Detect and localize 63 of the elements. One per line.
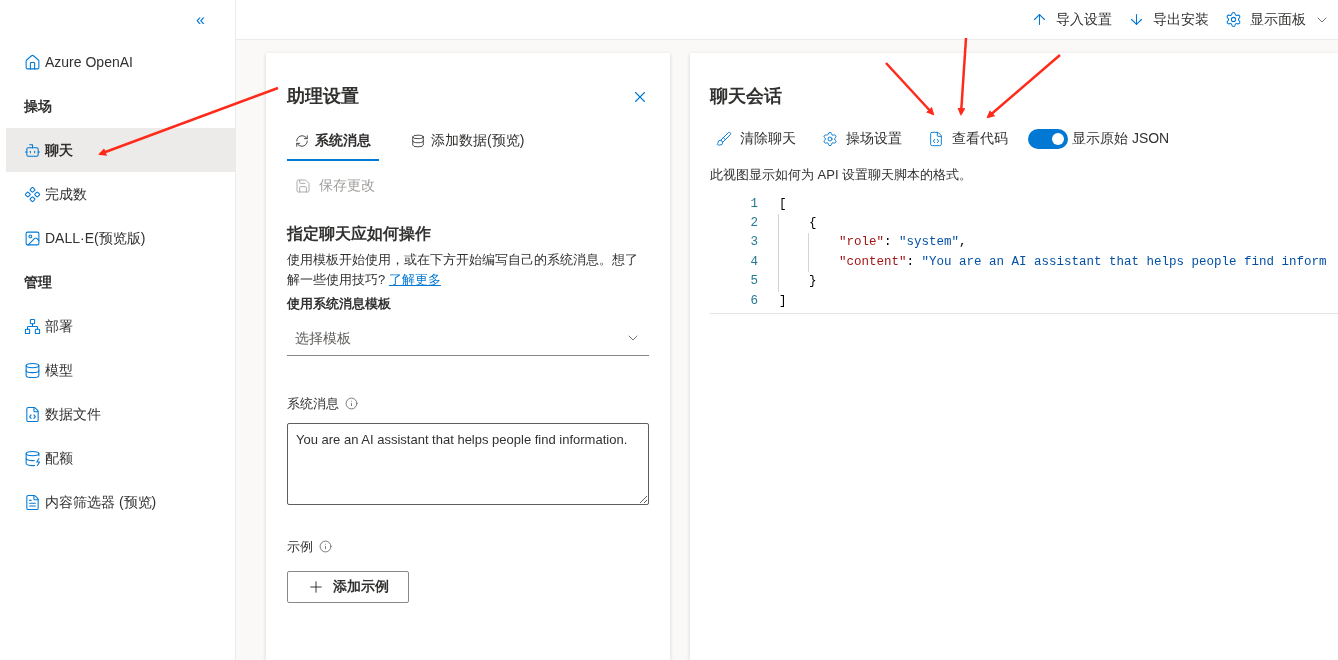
code-line: "content": "You are an AI assistant that helps people find inform xyxy=(838,253,1327,271)
nav-item[interactable]: 部署 xyxy=(6,304,235,348)
settings-icon xyxy=(822,130,838,147)
action-button[interactable]: 操场设置 xyxy=(816,128,908,149)
tab[interactable]: 系统消息 xyxy=(287,126,379,161)
line-number: 1 xyxy=(749,195,758,213)
toolbar-button[interactable]: 导入设置 xyxy=(1031,9,1112,30)
panel-title: 聊天会话 xyxy=(710,85,783,108)
nav-section-heading: 操场 xyxy=(23,96,53,116)
database-icon xyxy=(411,133,425,148)
collapse-button[interactable]: « xyxy=(196,12,205,28)
toolbar-button[interactable]: 导出安装 xyxy=(1128,9,1209,30)
line-number: 4 xyxy=(749,253,758,271)
image-icon xyxy=(24,229,41,247)
nav-item[interactable]: 配额 xyxy=(6,436,235,480)
bot-icon xyxy=(24,141,41,159)
line-number: 5 xyxy=(749,273,758,291)
code-line: ] xyxy=(778,292,787,310)
database-icon xyxy=(24,361,41,379)
code-line: } xyxy=(808,273,817,291)
toggle-switch[interactable] xyxy=(1028,128,1068,149)
code-file-icon xyxy=(24,405,41,423)
nav-item[interactable]: DALL·E(预览版) xyxy=(6,216,235,260)
section-heading: 指定聊天应如何操作 xyxy=(287,224,432,244)
learn-more-link[interactable]: 了解更多 xyxy=(388,272,441,287)
line-number: 6 xyxy=(749,292,758,310)
nav-item[interactable]: 聊天 xyxy=(6,128,235,172)
code-line: "role": "system", xyxy=(838,234,967,252)
nav-item[interactable]: Azure OpenAI xyxy=(6,40,235,84)
description-text: 使用模板开始使用，或在下方开始编写自己的系统消息。想了解一些使用技巧? 了解更多 xyxy=(287,251,639,289)
action-button[interactable]: 查看代码 xyxy=(922,128,1014,149)
system-message-field[interactable]: You are an AI assistant that helps people find information. xyxy=(287,423,649,505)
upload-icon xyxy=(1031,11,1048,28)
toggle-label: 显示原始 JSON xyxy=(1072,129,1170,148)
nav-item[interactable]: 数据文件 xyxy=(6,392,235,436)
refresh-icon xyxy=(295,133,309,148)
info-icon xyxy=(345,396,358,410)
panel-title: 助理设置 xyxy=(287,85,359,108)
toolbar-button[interactable]: 显示面板 xyxy=(1225,9,1330,30)
add-example-button[interactable]: 添加示例 xyxy=(287,570,409,603)
code-line: { xyxy=(808,214,817,232)
nav-item[interactable]: 模型 xyxy=(6,348,235,392)
download-icon xyxy=(1128,11,1145,28)
nav-section-heading: 管理 xyxy=(23,272,53,292)
home-icon xyxy=(24,53,41,71)
info-icon xyxy=(319,540,332,554)
action-button[interactable]: 清除聊天 xyxy=(710,128,802,149)
code-line: [ xyxy=(778,195,787,213)
note-text: 此视图显示如何为 API 设置聊天脚本的格式。 xyxy=(710,166,974,184)
template-dropdown[interactable]: 选择模板 xyxy=(287,321,649,356)
annotation-arrow xyxy=(885,62,935,116)
network-icon xyxy=(24,317,41,335)
code-file-icon xyxy=(928,130,944,147)
document-icon xyxy=(24,493,41,511)
line-number: 3 xyxy=(749,234,758,252)
field-label: 使用系统消息模板 xyxy=(287,295,392,313)
line-number: 2 xyxy=(749,214,758,232)
field-label: 示例 xyxy=(287,538,313,556)
settings-icon xyxy=(1225,11,1242,28)
field-label: 系统消息 xyxy=(287,394,339,413)
tab[interactable]: 添加数据(预览) xyxy=(403,126,533,161)
nav-item[interactable]: 完成数 xyxy=(6,172,235,216)
nav-item[interactable]: 内容筛选器 (预览) xyxy=(6,480,235,524)
